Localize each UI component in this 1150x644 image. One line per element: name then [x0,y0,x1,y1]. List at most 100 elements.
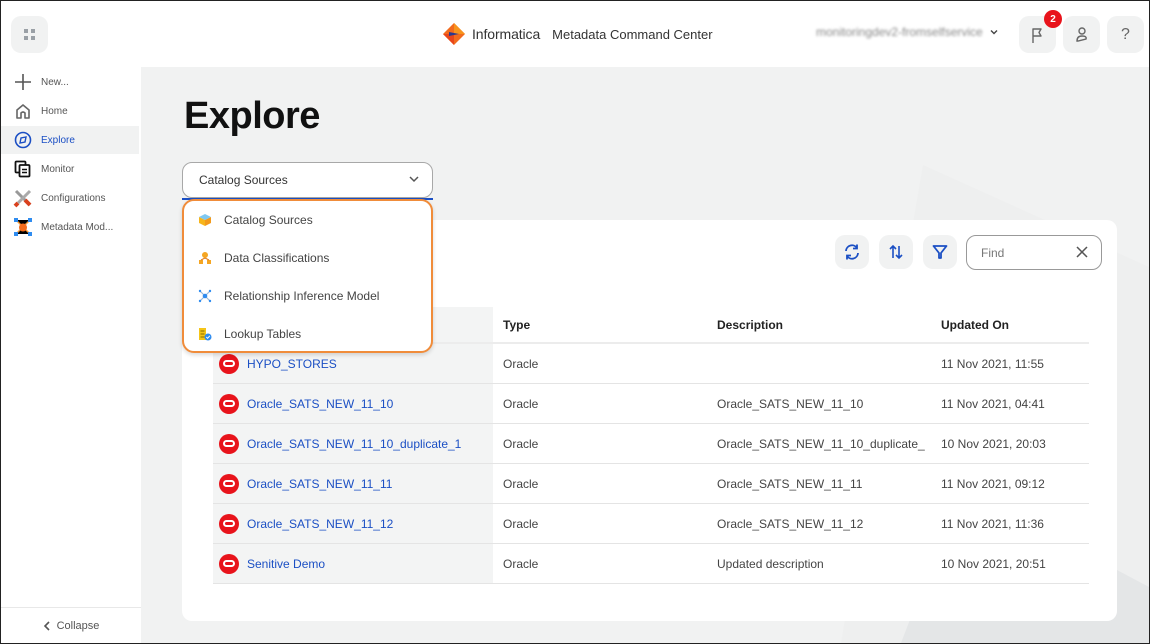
name-cell: Oracle_SATS_NEW_11_10 [213,384,493,423]
menu-item-label: Lookup Tables [224,327,302,341]
table-row[interactable]: Oracle_SATS_NEW_11_10_duplicate_1 Oracle O… [213,424,1089,464]
chevron-down-icon [409,176,419,183]
column-header-updated-on[interactable]: Updated On [941,318,1089,332]
table-row[interactable]: Oracle_SATS_NEW_11_11 Oracle Oracle_SATS_N… [213,464,1089,504]
relationship-icon [198,289,212,303]
informatica-logo-icon [443,23,465,45]
catalog-source-link[interactable]: Oracle_SATS_NEW_11_10 [247,397,393,411]
name-cell: Oracle_SATS_NEW_11_12 [213,504,493,543]
oracle-icon [219,473,239,494]
object-type-selected: Catalog Sources [199,173,288,187]
menu-item-label: Catalog Sources [224,213,313,227]
menu-item-data-classifications[interactable]: Data Classifications [184,239,431,277]
org-switcher[interactable]: monitoringdev2-fromselfservice [816,25,999,39]
menu-item-lookup-tables[interactable]: Lookup Tables [184,315,431,353]
updated-on-cell: 11 Nov 2021, 11:55 [941,356,1044,371]
sidebar-item-configurations[interactable]: Configurations [1,184,139,212]
brand: Informatica Metadata Command Center [442,23,713,45]
oracle-icon [219,553,239,574]
sidebar-item-label: Home [41,105,68,117]
user-icon [1075,26,1087,42]
name-cell: Oracle_SATS_NEW_11_10_duplicate_1 [213,424,493,463]
menu-item-catalog-sources[interactable]: Catalog Sources [184,201,431,239]
sidebar: New... Home Explore Monitor Configuratio… [1,67,141,643]
top-bar: Informatica Metadata Command Center moni… [1,1,1149,67]
table-row[interactable]: Oracle_SATS_NEW_11_10 Oracle Oracle_SATS_N… [213,384,1089,424]
oracle-icon [219,393,239,414]
updated-on-cell: 11 Nov 2021, 04:41 [941,396,1045,411]
compass-icon [13,130,33,150]
sidebar-item-explore[interactable]: Explore [1,126,139,154]
description-cell: Oracle_SATS_NEW_11_10 [717,396,864,411]
oracle-icon [219,353,239,374]
description-cell: Updated description [717,556,824,571]
sidebar-item-label: New... [41,76,69,88]
name-cell: Senitive Demo [213,544,493,583]
find-field[interactable] [966,235,1102,270]
collapse-label: Collapse [56,619,100,632]
monitor-icon [13,159,33,179]
catalog-source-link[interactable]: Oracle_SATS_NEW_11_11 [247,477,392,491]
collapse-button[interactable]: Collapse [1,607,141,643]
page-title: Explore [184,95,320,137]
oracle-icon [219,513,239,534]
lookup-table-icon [198,327,212,341]
sort-icon [889,244,903,260]
cube-icon [198,213,212,227]
help-icon: ? [1121,25,1130,43]
main-content: Explore Catalog Sources Find Type Descri… [141,67,1149,643]
sidebar-item-monitor[interactable]: Monitor [1,155,139,183]
type-cell: Oracle [503,436,539,451]
column-header-type[interactable]: Type [493,318,717,332]
clear-icon[interactable] [1075,245,1089,259]
catalog-source-link[interactable]: HYPO_STORES [247,357,337,371]
app-switcher-button[interactable] [11,16,48,53]
notifications-button[interactable]: 2 [1019,10,1062,53]
updated-on-cell: 10 Nov 2021, 20:51 [941,556,1046,571]
help-button[interactable]: ? [1107,16,1144,53]
home-icon [13,101,33,121]
updated-on-cell: 11 Nov 2021, 11:36 [941,516,1044,531]
find-input[interactable] [981,245,1071,260]
description-cell: Oracle_SATS_NEW_11_10_duplicate_ [717,436,925,451]
metadata-models-icon [13,217,33,237]
user-profile-button[interactable] [1063,16,1100,53]
notification-badge: 2 [1044,10,1062,28]
filter-icon [932,245,948,259]
brand-name: Informatica [472,26,541,42]
table-row[interactable]: Senitive Demo Oracle Updated description 10… [213,544,1089,584]
type-cell: Oracle [503,516,539,531]
sidebar-item-label: Configurations [41,192,106,204]
sort-button[interactable] [879,235,913,269]
description-cell: Oracle_SATS_NEW_11_12 [717,516,864,531]
type-cell: Oracle [503,396,539,411]
sidebar-item-new[interactable]: New... [1,68,139,96]
catalog-source-link[interactable]: Oracle_SATS_NEW_11_10_duplicate_1 [247,437,461,451]
chevron-left-icon [43,620,50,631]
type-cell: Oracle [503,356,539,371]
table-row[interactable]: Oracle_SATS_NEW_11_12 Oracle Oracle_SATS_N… [213,504,1089,544]
object-type-select[interactable]: Catalog Sources [182,162,433,198]
oracle-icon [219,433,239,454]
menu-item-relationship-inference-model[interactable]: Relationship Inference Model [184,277,431,315]
app-name: Metadata Command Center [552,26,713,42]
refresh-button[interactable] [835,235,869,269]
sidebar-item-label: Metadata Mod... [41,221,114,233]
filter-button[interactable] [923,235,957,269]
sidebar-item-label: Explore [41,134,75,146]
sidebar-item-label: Monitor [41,163,75,175]
column-header-description[interactable]: Description [717,318,941,332]
sidebar-item-metadata-models[interactable]: Metadata Mod... [1,213,139,241]
flag-icon [1031,27,1042,43]
catalog-source-link[interactable]: Senitive Demo [247,557,325,571]
name-cell: Oracle_SATS_NEW_11_11 [213,464,493,503]
object-type-menu: Catalog Sources Data Classifications Rel… [182,199,433,353]
grid-dots-icon [24,29,35,40]
sidebar-item-home[interactable]: Home [1,97,139,125]
menu-item-label: Relationship Inference Model [224,289,380,303]
data-classification-icon [198,251,212,265]
plus-icon [13,72,33,92]
type-cell: Oracle [503,556,539,571]
refresh-icon [845,244,859,260]
catalog-source-link[interactable]: Oracle_SATS_NEW_11_12 [247,517,393,531]
